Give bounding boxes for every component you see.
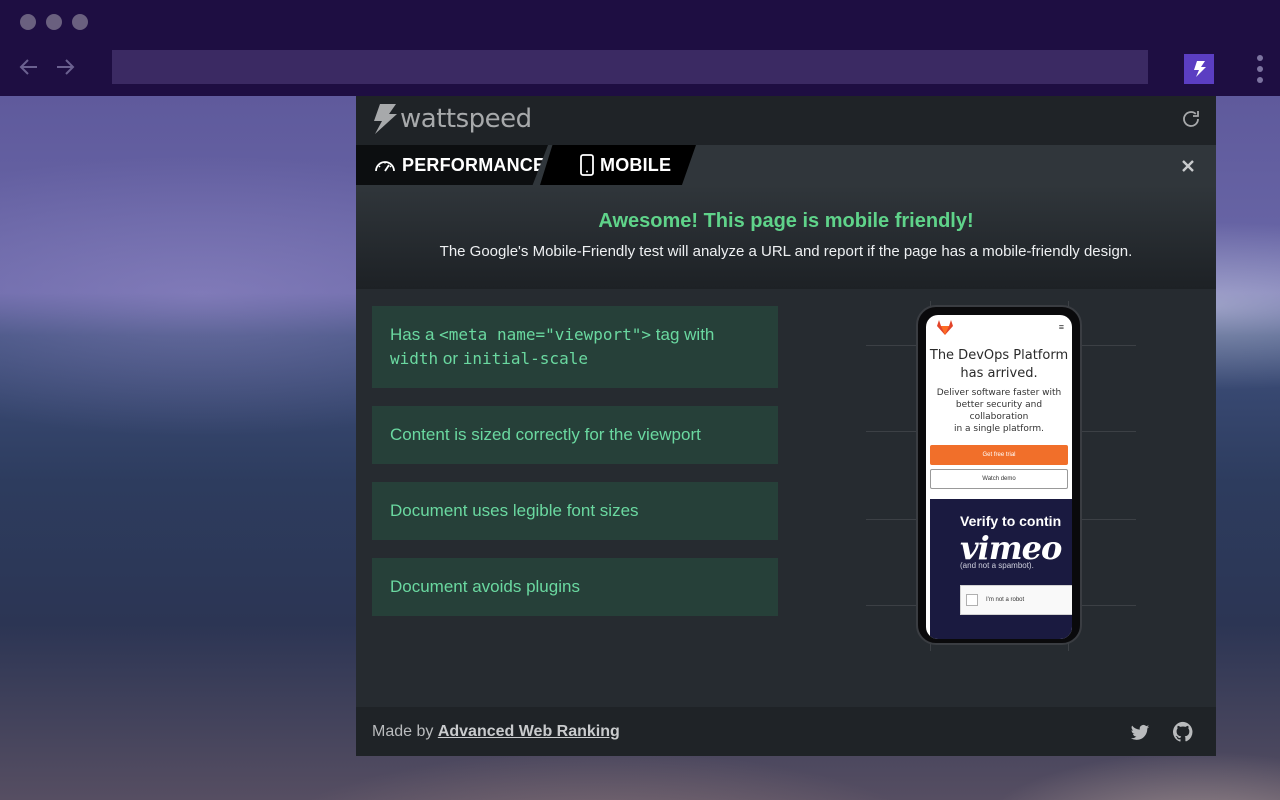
preview-headline: The DevOps Platform has arrived. (926, 347, 1072, 383)
preview-headline-line: has arrived. (960, 366, 1038, 381)
logo-text: wattspeed (400, 104, 532, 134)
result-title: Awesome! This page is mobile friendly! (598, 210, 974, 232)
hamburger-menu-icon: ≡ (1058, 322, 1064, 332)
result-banner: Awesome! This page is mobile friendly! T… (356, 185, 1216, 289)
preview-headline-line: The DevOps Platform (929, 348, 1069, 363)
window-maximize-dot[interactable] (72, 14, 88, 30)
captcha-text: (and not a spambot). (960, 561, 1034, 570)
tab-bar: PERFORMANCE MOBILE (356, 145, 1216, 185)
phone-icon (580, 154, 594, 176)
captcha-label: I'm not a robot (986, 597, 1025, 603)
kebab-menu-icon[interactable] (1256, 55, 1264, 83)
check-content-sized: Content is sized correctly for the viewp… (372, 406, 778, 464)
window-minimize-dot[interactable] (46, 14, 62, 30)
check-legible-fonts: Document uses legible font sizes (372, 482, 778, 540)
checks-list: Has a <meta name="viewport"> tag with wi… (372, 306, 778, 634)
close-icon[interactable] (1180, 158, 1196, 174)
check-code: width (390, 349, 439, 368)
lightning-logo-icon (374, 104, 397, 134)
wattspeed-extension-button[interactable] (1184, 54, 1214, 84)
preview-secondary-button: Watch demo (930, 469, 1068, 489)
refresh-icon[interactable] (1180, 108, 1202, 130)
phone-frame: ≡ The DevOps Platform has arrived. Deliv… (916, 305, 1082, 645)
wattspeed-popup: wattspeed PERFORMANCE MOBILE Awesome! Th… (356, 96, 1216, 756)
check-viewport-meta: Has a <meta name="viewport"> tag with wi… (372, 306, 778, 388)
made-by-credit: Made by Advanced Web Ranking (372, 723, 620, 741)
advanced-web-ranking-link[interactable]: Advanced Web Ranking (438, 723, 620, 740)
check-no-plugins: Document avoids plugins (372, 558, 778, 616)
lightning-icon (1194, 61, 1206, 77)
check-text: or (438, 349, 463, 368)
preview-captcha-overlay: Verify to contin vimeo (and not a spambo… (930, 499, 1072, 639)
tab-mobile[interactable]: MOBILE (540, 145, 696, 185)
speedometer-icon (375, 161, 395, 172)
preview-subtext-line: Deliver software faster with (936, 388, 1062, 398)
result-description: The Google's Mobile-Friendly test will a… (439, 243, 1133, 260)
tab-label: MOBILE (600, 154, 672, 175)
check-code: initial-scale (462, 349, 588, 368)
popup-header: wattspeed (356, 96, 1216, 145)
gitlab-logo-icon (937, 320, 953, 335)
made-by-label: Made by (372, 723, 438, 740)
arrow-right-icon[interactable] (54, 56, 76, 78)
captcha-box: I'm not a robot (960, 585, 1072, 615)
address-bar[interactable] (112, 50, 1148, 84)
captcha-title: Verify to contin (960, 513, 1062, 529)
twitter-icon[interactable] (1130, 724, 1150, 742)
popup-footer: Made by Advanced Web Ranking (356, 707, 1216, 756)
phone-screen: ≡ The DevOps Platform has arrived. Deliv… (926, 315, 1072, 639)
browser-toolbar (0, 0, 1280, 96)
preview-subtext-line: better security and collaboration (955, 400, 1043, 422)
arrow-left-icon[interactable] (18, 56, 40, 78)
check-text: Has a (390, 325, 440, 344)
tab-performance[interactable]: PERFORMANCE (356, 145, 548, 185)
preview-primary-button: Get free trial (930, 445, 1068, 465)
preview-subtext-line: in a single platform. (953, 424, 1045, 434)
check-code: <meta name="viewport"> (439, 325, 652, 344)
captcha-checkbox (966, 594, 978, 606)
mobile-preview: ≡ The DevOps Platform has arrived. Deliv… (866, 301, 1136, 651)
tab-label: PERFORMANCE (402, 154, 546, 175)
logo: wattspeed (372, 104, 532, 134)
github-icon[interactable] (1172, 721, 1194, 743)
preview-subtext: Deliver software faster with better secu… (926, 387, 1072, 435)
check-text: tag with (651, 325, 715, 344)
window-close-dot[interactable] (20, 14, 36, 30)
